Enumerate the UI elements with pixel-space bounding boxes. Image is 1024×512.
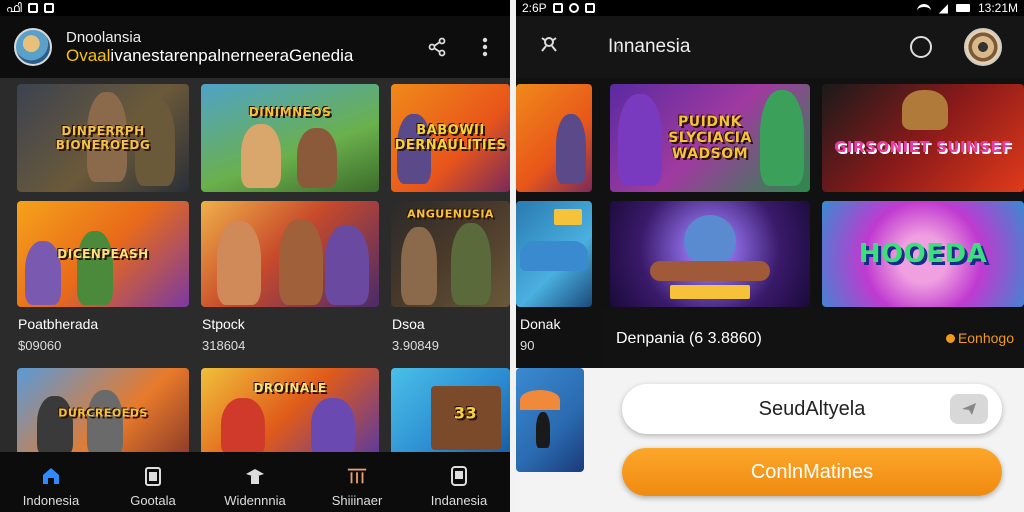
game-title-art: DURCREOEDS xyxy=(58,406,148,420)
game-title-art: PUIDNK SLYCIACIA WADSOM xyxy=(668,114,752,162)
nav-item-shiiinaer[interactable]: Shiiinaer xyxy=(306,452,408,512)
nav-label: Indonesia xyxy=(22,493,80,508)
grid-icon xyxy=(346,465,368,487)
coin-icon xyxy=(945,334,955,343)
signal-icon: ◢ xyxy=(938,1,948,15)
status-time: ഫി xyxy=(6,1,22,15)
subtitle-highlight: Ovaal xyxy=(66,46,111,65)
more-vert-icon[interactable] xyxy=(474,36,496,58)
game-name: Poatbherada xyxy=(18,316,99,332)
confirm-label: ConlnMatines xyxy=(750,460,874,483)
game-title-art: DINPERRPH BIONEROEDG xyxy=(55,124,151,152)
whatsapp-icon xyxy=(568,3,579,13)
game-tile[interactable]: 33 xyxy=(391,368,510,458)
notification-icon xyxy=(27,3,38,13)
nav-label: Widennnia xyxy=(224,493,286,508)
app-title: Dnoolansia xyxy=(66,29,142,46)
wifi-icon xyxy=(916,4,931,12)
promo-strip: Denpania (6 3.8860) Eonhogo xyxy=(602,308,1024,368)
notification-icon xyxy=(552,3,563,13)
right-app-screen: 2:6P ◢ 13:21M ‹ Innanesia PUIDNK SLYCIAC… xyxy=(516,0,1024,512)
promo-text: Denpania (6 3.8860) xyxy=(616,330,762,347)
game-title-art: DROINALE xyxy=(253,380,327,395)
game-tile[interactable]: DICENPEASH xyxy=(17,201,189,307)
left-app-screen: ഫി Dnoolansia Ovaalivanestarenpalnerneer… xyxy=(0,0,510,512)
game-title-art: HOOEDA xyxy=(858,239,988,269)
hat-icon xyxy=(244,465,266,487)
promo-tag[interactable]: Eonhogo xyxy=(945,330,1014,346)
bottom-nav: Indonesia Gootala Widennnia Shiiinaer In… xyxy=(0,452,510,512)
game-title-art: ANGUENUSIA xyxy=(407,207,494,221)
phone-icon xyxy=(448,465,470,487)
game-name: Dsoa xyxy=(392,316,425,332)
game-tile[interactable] xyxy=(516,84,592,192)
battery-icon xyxy=(955,4,970,12)
game-tile[interactable]: HOOEDA xyxy=(822,201,1024,307)
game-tile[interactable] xyxy=(516,201,592,307)
promo-tag-label: Eonhogo xyxy=(957,330,1014,346)
status-bar: ഫി xyxy=(0,0,510,16)
game-tile[interactable] xyxy=(201,201,379,307)
primary-action-button[interactable]: SeudAltyela xyxy=(622,384,1002,434)
game-tile[interactable]: GIRSONIET SUINSEF xyxy=(822,84,1024,192)
game-tile[interactable]: DROINALE xyxy=(201,368,379,458)
status-bar: 2:6P ◢ 13:21M xyxy=(516,0,1024,16)
nav-item-widennnia[interactable]: Widennnia xyxy=(204,452,306,512)
game-tile[interactable]: DINPERRPH BIONEROEDG xyxy=(17,84,189,192)
game-price: 318604 xyxy=(202,338,246,353)
clipboard-icon xyxy=(142,465,164,487)
game-name: Donak xyxy=(520,316,561,332)
send-icon[interactable] xyxy=(950,394,988,424)
game-tile[interactable]: ANGUENUSIA xyxy=(391,201,510,307)
game-title-art: GIRSONIET SUINSEF xyxy=(834,137,1012,156)
game-title-art: 33 xyxy=(453,403,478,423)
confirm-button[interactable]: ConlnMatines xyxy=(622,448,1002,496)
chevron-left-icon[interactable]: ‹ xyxy=(616,37,622,58)
game-tile[interactable] xyxy=(516,368,584,472)
game-tile[interactable] xyxy=(610,201,810,307)
game-tile[interactable]: BABOWII DERNAULITIES xyxy=(391,84,510,192)
gallery-icon xyxy=(584,3,595,13)
share-icon[interactable] xyxy=(426,36,448,58)
nav-label: Gootala xyxy=(130,493,176,508)
game-price: 90 xyxy=(520,338,535,353)
app-header: ‹ Innanesia xyxy=(516,16,1024,78)
nav-label: Indanesia xyxy=(430,493,488,508)
game-price: $09060 xyxy=(18,338,62,353)
game-price: 3.90849 xyxy=(392,338,439,353)
game-tile[interactable]: PUIDNK SLYCIACIA WADSOM xyxy=(610,84,810,192)
nav-label: Shiiinaer xyxy=(331,493,383,508)
primary-action-label: SeudAltyela xyxy=(758,397,866,420)
nav-item-gootala[interactable]: Gootala xyxy=(102,452,204,512)
bottom-sheet: SeudAltyela ConlnMatines xyxy=(516,368,1024,512)
subtitle-rest: ivanestarenpalnerneeraGenedia xyxy=(110,46,354,65)
nav-item-indonesia[interactable]: Indonesia xyxy=(0,452,102,512)
app-subtitle: OvaalivanestarenpalnerneeraGenedia xyxy=(66,47,426,65)
game-title-art: DINIMNEOS xyxy=(248,105,332,120)
status-clock: 13:21M xyxy=(977,1,1018,15)
status-time: 2:6P xyxy=(522,1,547,15)
game-title-art: DICENPEASH xyxy=(57,247,149,261)
game-tile[interactable]: DINIMNEOS xyxy=(201,84,379,192)
home-icon xyxy=(40,465,62,487)
avatar[interactable] xyxy=(14,28,52,66)
game-tile[interactable]: DURCREOEDS xyxy=(17,368,189,458)
nav-item-indanesia[interactable]: Indanesia xyxy=(408,452,510,512)
game-name: Stpock xyxy=(202,316,245,332)
game-title-art: BABOWII DERNAULITIES xyxy=(394,123,507,153)
search-icon[interactable] xyxy=(910,36,932,58)
app-header: Dnoolansia OvaalivanestarenpalnerneeraGe… xyxy=(0,16,510,78)
app-icon xyxy=(43,3,54,13)
bug-icon[interactable] xyxy=(538,33,560,61)
avatar[interactable] xyxy=(964,28,1002,66)
